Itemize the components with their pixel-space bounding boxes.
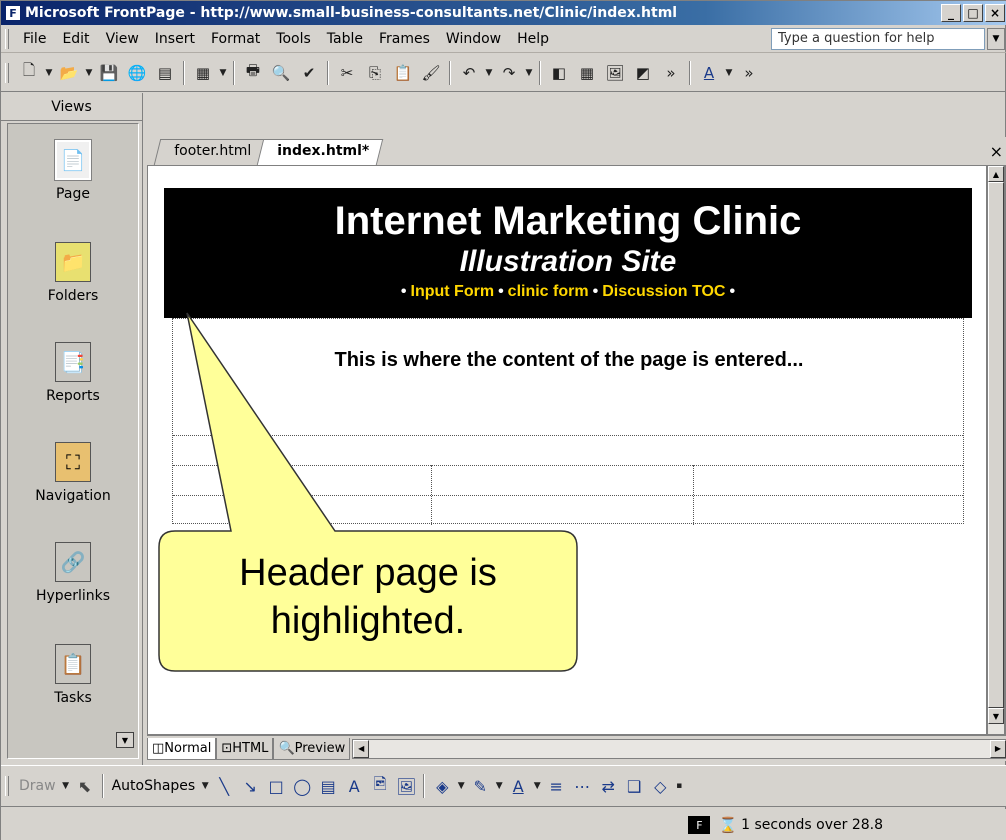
frontpage-status-icon: F [688,816,711,834]
line-style-icon[interactable]: ≡ [543,773,569,799]
dash-style-icon[interactable]: ⋯ [569,773,595,799]
toolbar-grip[interactable] [5,776,9,796]
autoshapes-menu[interactable]: AutoShapes [108,778,200,794]
wordart-icon[interactable]: A [341,773,367,799]
3d-icon[interactable]: ◇ [647,773,673,799]
toolbar-separator [101,774,104,798]
line-color-icon[interactable]: ✎ [467,773,493,799]
line-icon[interactable]: ╲ [211,773,237,799]
callout-line: highlighted. [270,600,466,642]
tab-normal[interactable]: ◫ Normal [147,737,217,760]
fill-color-icon[interactable]: ◈ [429,773,455,799]
more-buttons-icon[interactable]: ▪ [673,774,685,798]
normal-icon: ◫ [152,740,165,756]
toolbar-separator [423,774,426,798]
frontpage-window: F Microsoft FrontPage - http://www.small… [0,0,1006,840]
shadow-icon[interactable]: ❑ [621,773,647,799]
hourglass-icon: ⌛ [718,816,738,834]
view-tabs: ◫ Normal ⊡ HTML 🔍 Preview ◀ ▶ [147,735,1006,761]
select-pointer-icon[interactable]: ⬉ [72,773,98,799]
tab-label: Normal [164,740,212,756]
drawing-toolbar: Draw ▼ ⬉ AutoShapes ▼ ╲ ↘ □ ◯ ▤ A 🖻 🖼 ◈ … [1,765,1006,807]
arrow-style-icon[interactable]: ⇄ [595,773,621,799]
callout-shape [158,312,578,672]
rectangle-icon[interactable]: □ [263,773,289,799]
scroll-right-icon[interactable]: ▶ [990,739,1006,758]
callout-text: Header page is highlighted. [159,549,577,645]
chevron-down-icon[interactable]: ▼ [60,774,72,798]
callout-line: Header page is [239,552,497,594]
scroll-left-icon[interactable]: ◀ [353,739,370,758]
search-icon: 🔍 [278,740,295,756]
status-download-time: 1 seconds over 28.8 [741,817,883,833]
chevron-down-icon[interactable]: ▼ [493,774,505,798]
arrow-icon[interactable]: ↘ [237,773,263,799]
tab-label: HTML [232,740,269,756]
horizontal-scrollbar[interactable]: ◀ ▶ [352,738,1006,759]
status-bar: F ⌛ 1 seconds over 28.8 [1,809,1006,840]
tab-preview[interactable]: 🔍 Preview [273,737,351,760]
draw-menu[interactable]: Draw [15,778,60,794]
oval-icon[interactable]: ◯ [289,773,315,799]
tab-label: Preview [294,740,346,756]
html-icon: ⊡ [221,740,233,756]
tab-html[interactable]: ⊡ HTML [216,737,274,760]
chevron-down-icon[interactable]: ▼ [199,774,211,798]
clipart-icon[interactable]: 🖻 [367,773,393,799]
picture-icon[interactable]: 🖼 [393,773,419,799]
textbox-icon[interactable]: ▤ [315,773,341,799]
chevron-down-icon[interactable]: ▼ [531,774,543,798]
font-color-icon[interactable]: A [505,773,531,799]
chevron-down-icon[interactable]: ▼ [455,774,467,798]
